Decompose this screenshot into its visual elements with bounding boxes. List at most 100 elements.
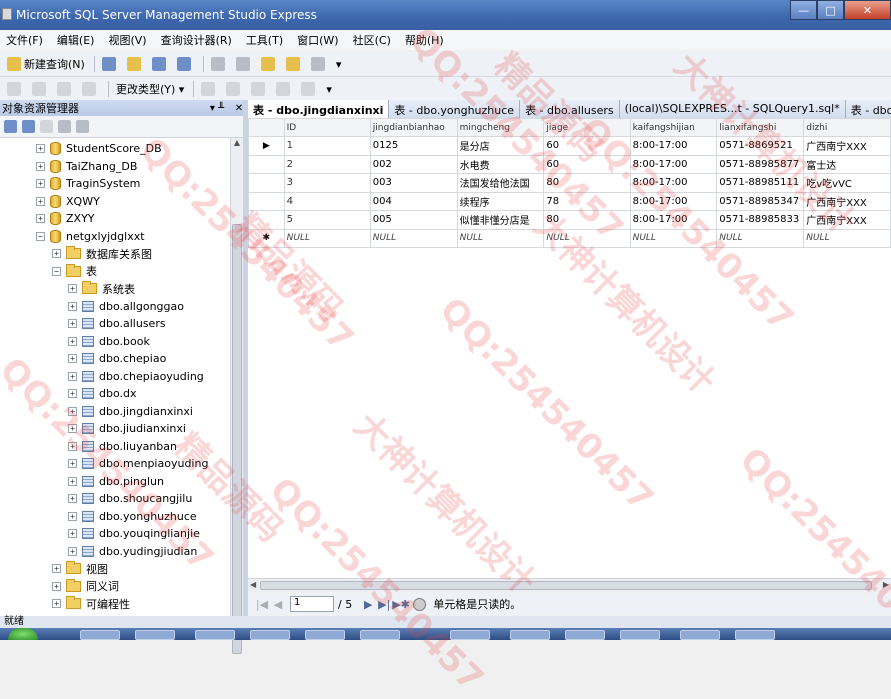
- taskbar-item[interactable]: [680, 630, 720, 640]
- tree-item[interactable]: + TaiZhang_DB: [36, 158, 137, 176]
- row-selector[interactable]: [248, 173, 285, 193]
- expand-icon[interactable]: +: [68, 476, 77, 486]
- table-cell[interactable]: NULL: [369, 228, 458, 248]
- table-cell[interactable]: 富士达: [803, 154, 891, 174]
- scrollbar-thumb[interactable]: [232, 224, 242, 654]
- document-tab[interactable]: 表 - dbo.yonghuzhuce: [389, 100, 521, 118]
- table-cell[interactable]: 广西南宁XXX: [803, 191, 891, 211]
- table-cell[interactable]: 0125: [369, 136, 458, 156]
- panel-pin-button[interactable]: ▾ ╨: [202, 103, 232, 114]
- filter-icon[interactable]: [76, 120, 89, 133]
- table-cell[interactable]: NULL: [456, 228, 545, 248]
- new-record-icon[interactable]: ▶✱: [392, 598, 410, 611]
- table-cell[interactable]: 广西南宁XXX: [803, 136, 891, 156]
- registered-servers-button[interactable]: [233, 54, 256, 74]
- tree-item[interactable]: + dbo.yudingjiudian: [68, 543, 197, 561]
- taskbar-item[interactable]: [450, 630, 490, 640]
- row-selector[interactable]: [248, 154, 285, 174]
- stop-icon[interactable]: [40, 120, 53, 133]
- change-type-button[interactable]: 更改类型(Y) ▾: [113, 79, 187, 99]
- expand-icon[interactable]: +: [68, 301, 77, 311]
- menu-file[interactable]: 文件(F): [6, 32, 43, 48]
- tree-item[interactable]: + 可编程性: [52, 595, 130, 613]
- tree-item[interactable]: + dbo.chepiaoyuding: [68, 368, 204, 386]
- expand-icon[interactable]: +: [68, 546, 77, 556]
- tree-item[interactable]: + dbo.jiudianxinxi: [68, 420, 186, 438]
- table-cell[interactable]: 80: [543, 210, 631, 230]
- table-cell[interactable]: 4: [283, 191, 371, 211]
- current-record-field[interactable]: 1: [290, 596, 334, 612]
- table-row[interactable]: 5 005 似懂非懂分店是 80 8:00-17:00 0571-88985833 广西南宁…: [248, 210, 891, 230]
- menu-edit[interactable]: 编辑(E): [57, 32, 95, 48]
- first-record-icon[interactable]: |◀: [254, 598, 270, 611]
- column-header[interactable]: kaifangshijian: [629, 118, 718, 137]
- tree-item[interactable]: + 系统表: [68, 280, 135, 298]
- expand-icon[interactable]: +: [68, 441, 77, 451]
- tree-item[interactable]: + 数据库关系图: [52, 245, 152, 263]
- expand-icon[interactable]: +: [36, 179, 45, 189]
- taskbar-item[interactable]: [305, 630, 345, 640]
- table-cell[interactable]: NULL: [283, 228, 371, 248]
- tree-item[interactable]: − 表: [52, 263, 97, 281]
- close-button[interactable]: ✕: [844, 0, 891, 20]
- collapse-icon[interactable]: −: [36, 231, 45, 241]
- table-cell[interactable]: 广西南宁XXX: [803, 210, 891, 230]
- previous-record-icon[interactable]: ◀: [270, 598, 286, 611]
- toolbar2-options-button[interactable]: ▾: [323, 79, 335, 99]
- connect-icon[interactable]: [4, 120, 17, 133]
- taskbar-item[interactable]: [135, 630, 175, 640]
- table-row[interactable]: ▶ 1 0125 是分店 60 8:00-17:00 0571-8869521 广西南宁XXX: [248, 136, 891, 156]
- table-cell[interactable]: 0571-8869521: [716, 136, 805, 156]
- tree-item[interactable]: + dbo.chepiao: [68, 350, 166, 368]
- menu-window[interactable]: 窗口(W): [297, 32, 338, 48]
- expand-icon[interactable]: +: [52, 581, 61, 591]
- tree-item[interactable]: + TraginSystem: [36, 175, 140, 193]
- expand-icon[interactable]: +: [68, 284, 77, 294]
- table-cell[interactable]: 8:00-17:00: [629, 136, 718, 156]
- column-header[interactable]: dizhi: [803, 118, 891, 137]
- expand-icon[interactable]: +: [52, 564, 61, 574]
- table-cell[interactable]: 0571-88985111: [716, 173, 805, 193]
- tree-item[interactable]: + 同义词: [52, 578, 119, 596]
- menu-query-designer[interactable]: 查询设计器(R): [161, 32, 232, 48]
- menu-community[interactable]: 社区(C): [353, 32, 391, 48]
- tree-item[interactable]: + StudentScore_DB: [36, 140, 162, 158]
- table-cell[interactable]: 8:00-17:00: [629, 210, 718, 230]
- table-cell[interactable]: 0571-88985347: [716, 191, 805, 211]
- taskbar-item[interactable]: [510, 630, 550, 640]
- diagram-pane-button[interactable]: [4, 79, 27, 99]
- tree-item[interactable]: + dbo.allusers: [68, 315, 166, 333]
- table-cell[interactable]: 2: [283, 154, 371, 174]
- last-record-icon[interactable]: ▶|: [376, 598, 392, 611]
- table-cell[interactable]: 0571-88985833: [716, 210, 805, 230]
- scroll-right-icon[interactable]: ▶: [883, 580, 889, 589]
- table-cell[interactable]: 78: [543, 191, 631, 211]
- expand-icon[interactable]: +: [36, 144, 45, 154]
- table-cell[interactable]: 似懂非懂分店是: [456, 210, 545, 230]
- table-cell[interactable]: 002: [369, 154, 458, 174]
- toolbar-options-button[interactable]: ▾: [333, 54, 345, 74]
- table-cell[interactable]: 3: [283, 173, 371, 193]
- table-cell[interactable]: NULL: [716, 228, 805, 248]
- menu-tools[interactable]: 工具(T): [246, 32, 283, 48]
- column-header[interactable]: mingcheng: [456, 118, 545, 137]
- taskbar-item[interactable]: [565, 630, 605, 640]
- table-cell[interactable]: 吃v吃vVC: [803, 173, 891, 193]
- taskbar-item[interactable]: [735, 630, 775, 640]
- object-explorer-button[interactable]: [208, 54, 231, 74]
- taskbar-item[interactable]: [80, 630, 120, 640]
- taskbar-item[interactable]: [360, 630, 400, 640]
- table-cell[interactable]: NULL: [543, 228, 631, 248]
- table-cell[interactable]: 80: [543, 173, 631, 193]
- save-all-button[interactable]: [174, 54, 197, 74]
- tree-item[interactable]: + dbo.yonghuzhuce: [68, 508, 197, 526]
- expand-icon[interactable]: +: [68, 406, 77, 416]
- tree-item[interactable]: + dbo.jingdianxinxi: [68, 403, 193, 421]
- row-selector[interactable]: [248, 191, 285, 211]
- row-selector[interactable]: ▶: [248, 136, 285, 156]
- table-cell[interactable]: 是分店: [456, 136, 545, 156]
- table-cell[interactable]: NULL: [803, 228, 891, 248]
- table-cell[interactable]: 8:00-17:00: [629, 173, 718, 193]
- table-cell[interactable]: 0571-88985877: [716, 154, 805, 174]
- expand-icon[interactable]: +: [68, 529, 77, 539]
